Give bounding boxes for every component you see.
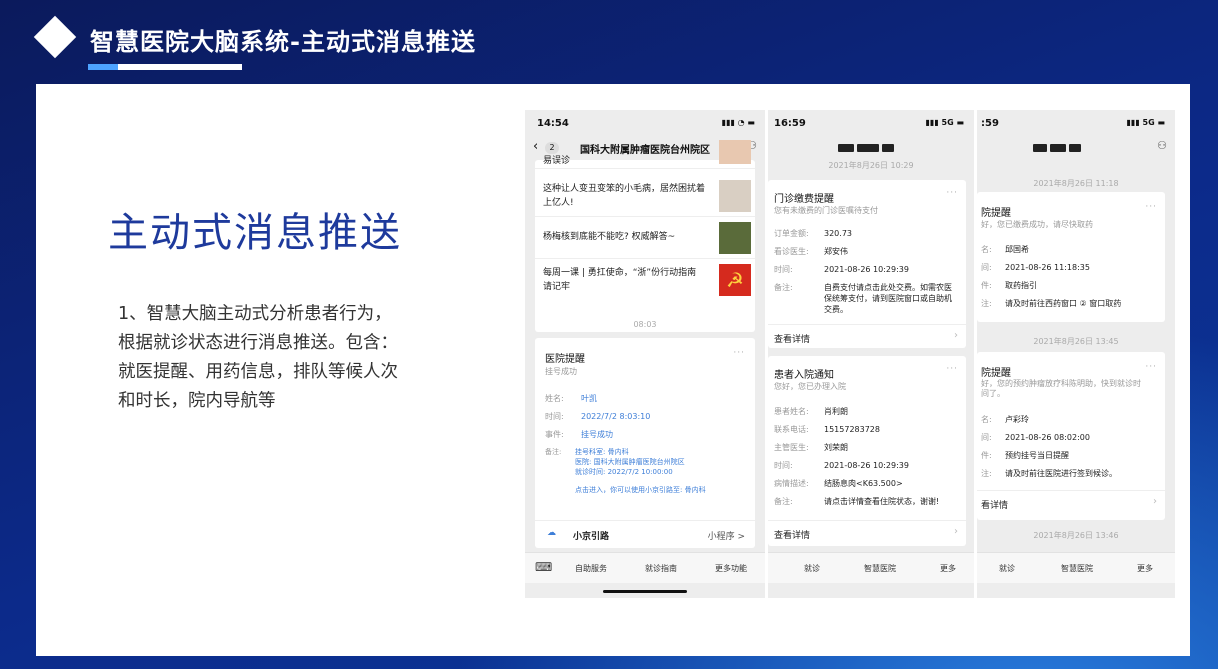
news-card: 易误诊 这种让人变丑变笨的小毛病，居然困扰着上亿人! 杨梅核到底能不能吃? 权威… xyxy=(535,140,755,332)
mini-program-link[interactable]: 小程序 > xyxy=(708,529,745,542)
mini-program-name[interactable]: 小京引路 xyxy=(573,529,609,542)
article-thumbnail xyxy=(719,180,751,212)
card-title: 患者入院通知 xyxy=(774,370,834,381)
chevron-right-icon[interactable]: › xyxy=(1153,496,1157,507)
divider xyxy=(535,520,755,521)
signal-battery-icon: ▮▮▮ 5G ▬ xyxy=(1126,118,1165,127)
divider xyxy=(768,520,966,521)
chat-timestamp: 2021年8月26日 10:29 xyxy=(828,161,914,170)
card-title: 院提醒 xyxy=(981,368,1011,379)
status-bar: 14:54 ▮▮▮ ◔ ▬ xyxy=(525,110,765,136)
menu-item[interactable]: 自助服务 xyxy=(575,563,607,574)
party-emblem-icon: ☭ xyxy=(719,264,751,296)
signal-battery-icon: ▮▮▮ 5G ▬ xyxy=(925,118,964,127)
menu-item[interactable]: 就诊 xyxy=(804,563,820,574)
menu-item[interactable]: 更多 xyxy=(1137,563,1153,574)
article-thumbnail xyxy=(719,222,751,254)
card-subtitle: 好，您已缴费成功，请尽快取药 xyxy=(981,220,1093,229)
chat-timestamp: 08:03 xyxy=(633,320,657,329)
chat-navbar xyxy=(768,136,974,160)
chat-timestamp: 2021年8月26日 13:46 xyxy=(1033,531,1119,540)
more-icon[interactable]: ··· xyxy=(1145,362,1157,372)
article-thumbnail xyxy=(719,140,751,164)
more-icon[interactable]: ··· xyxy=(946,188,958,198)
menu-item[interactable]: 更多功能 xyxy=(715,563,747,574)
list-item[interactable]: 杨梅核到底能不能吃? 权威解答~ xyxy=(535,218,755,259)
divider xyxy=(768,324,966,325)
list-item[interactable]: 这种让人变丑变笨的小毛病，居然困扰着上亿人! xyxy=(535,176,755,217)
mini-program-icon: ☁ xyxy=(547,528,556,538)
card-subtitle: 挂号成功 xyxy=(545,367,577,376)
chevron-right-icon[interactable]: › xyxy=(954,330,958,341)
menu-item[interactable]: 智慧医院 xyxy=(1061,563,1093,574)
card-title: 医院提醒 xyxy=(545,354,585,365)
chevron-right-icon[interactable]: › xyxy=(954,526,958,537)
phone-screenshot-1: 14:54 ▮▮▮ ◔ ▬ ‹ 2 国科大附属肿瘤医院台州院区 ⚇ 易误诊 这种… xyxy=(525,110,765,598)
message-card-appointment[interactable]: 院提醒 好，您的预约肿瘤放疗科陈明助，快到就诊时间了。 ··· 名: 卢彩玲 间… xyxy=(977,352,1165,520)
chat-timestamp: 2021年8月26日 11:18 xyxy=(1033,179,1119,188)
bottom-menu: 就诊 智慧医院 更多 xyxy=(977,552,1175,583)
redacted-title xyxy=(838,144,894,155)
redacted-title xyxy=(1033,144,1081,155)
more-icon[interactable]: ··· xyxy=(946,364,958,374)
message-card-registration[interactable]: 医院提醒 挂号成功 ··· 姓名: 叶凯 时间: 2022/7/2 8:03:1… xyxy=(535,338,755,548)
phone-screenshot-2: 16:59 ▮▮▮ 5G ▬ 2021年8月26日 10:29 门诊缴费提醒 您… xyxy=(768,110,974,598)
message-card-admission[interactable]: 患者入院通知 您好，您已办理入院 ··· 患者姓名: 肖利朗 联系电话: 151… xyxy=(768,356,966,546)
menu-item[interactable]: 智慧医院 xyxy=(864,563,896,574)
keyboard-icon[interactable]: ⌨ xyxy=(535,560,552,574)
view-details-link[interactable]: 看详情 xyxy=(981,498,1008,511)
phone-screenshot-3: :59 ▮▮▮ 5G ▬ ⚇ 2021年8月26日 11:18 院提醒 好，您已… xyxy=(977,110,1175,598)
card-subtitle: 您好，您已办理入院 xyxy=(774,382,846,391)
slide-title: 智慧医院大脑系统-主动式消息推送 xyxy=(90,28,476,56)
menu-item[interactable]: 就诊 xyxy=(999,563,1015,574)
title-underline-accent xyxy=(88,64,118,70)
status-time: 14:54 xyxy=(537,118,569,129)
section-heading: 主动式消息推送 xyxy=(108,210,402,256)
status-bar: 16:59 ▮▮▮ 5G ▬ xyxy=(768,110,974,136)
menu-item[interactable]: 就诊指南 xyxy=(645,563,677,574)
divider xyxy=(977,490,1165,491)
chat-timestamp: 2021年8月26日 13:45 xyxy=(1033,337,1119,346)
list-item[interactable]: 易误诊 xyxy=(535,140,755,169)
card-subtitle: 好，您的预约肿瘤放疗科陈明助，快到就诊时间了。 xyxy=(981,379,1141,398)
view-details-link[interactable]: 查看详情 xyxy=(774,332,810,345)
signal-battery-icon: ▮▮▮ ◔ ▬ xyxy=(721,118,755,127)
section-description: 1、智慧大脑主动式分析患者行为，根据就诊状态进行消息推送。包含：就医提醒、用药信… xyxy=(118,304,398,411)
profile-icon[interactable]: ⚇ xyxy=(1157,139,1167,152)
bottom-menu: 就诊 智慧医院 更多 xyxy=(768,552,974,583)
status-time: :59 xyxy=(981,118,999,129)
chat-navbar: ⚇ xyxy=(977,136,1175,160)
view-details-link[interactable]: 查看详情 xyxy=(774,528,810,541)
bottom-menu: ⌨ 自助服务 就诊指南 更多功能 xyxy=(525,552,765,583)
message-card-medicine[interactable]: 院提醒 好，您已缴费成功，请尽快取药 ··· 名: 邱国希 间: 2021-08… xyxy=(977,192,1165,322)
status-bar: :59 ▮▮▮ 5G ▬ xyxy=(977,110,1175,136)
list-item[interactable]: 每周一课 | 勇扛使命，“浙”份行动指南请记牢 ☭ xyxy=(535,260,755,300)
more-icon[interactable]: ··· xyxy=(733,348,745,358)
card-title: 院提醒 xyxy=(981,208,1011,219)
card-title: 门诊缴费提醒 xyxy=(774,194,834,205)
more-icon[interactable]: ··· xyxy=(1145,202,1157,212)
menu-item[interactable]: 更多 xyxy=(940,563,956,574)
home-indicator xyxy=(603,590,687,593)
status-time: 16:59 xyxy=(774,118,806,129)
card-subtitle: 您有未缴费的门诊医嘱待支付 xyxy=(774,206,878,215)
message-card-payment[interactable]: 门诊缴费提醒 您有未缴费的门诊医嘱待支付 ··· 订单金额: 320.73 看诊… xyxy=(768,180,966,348)
